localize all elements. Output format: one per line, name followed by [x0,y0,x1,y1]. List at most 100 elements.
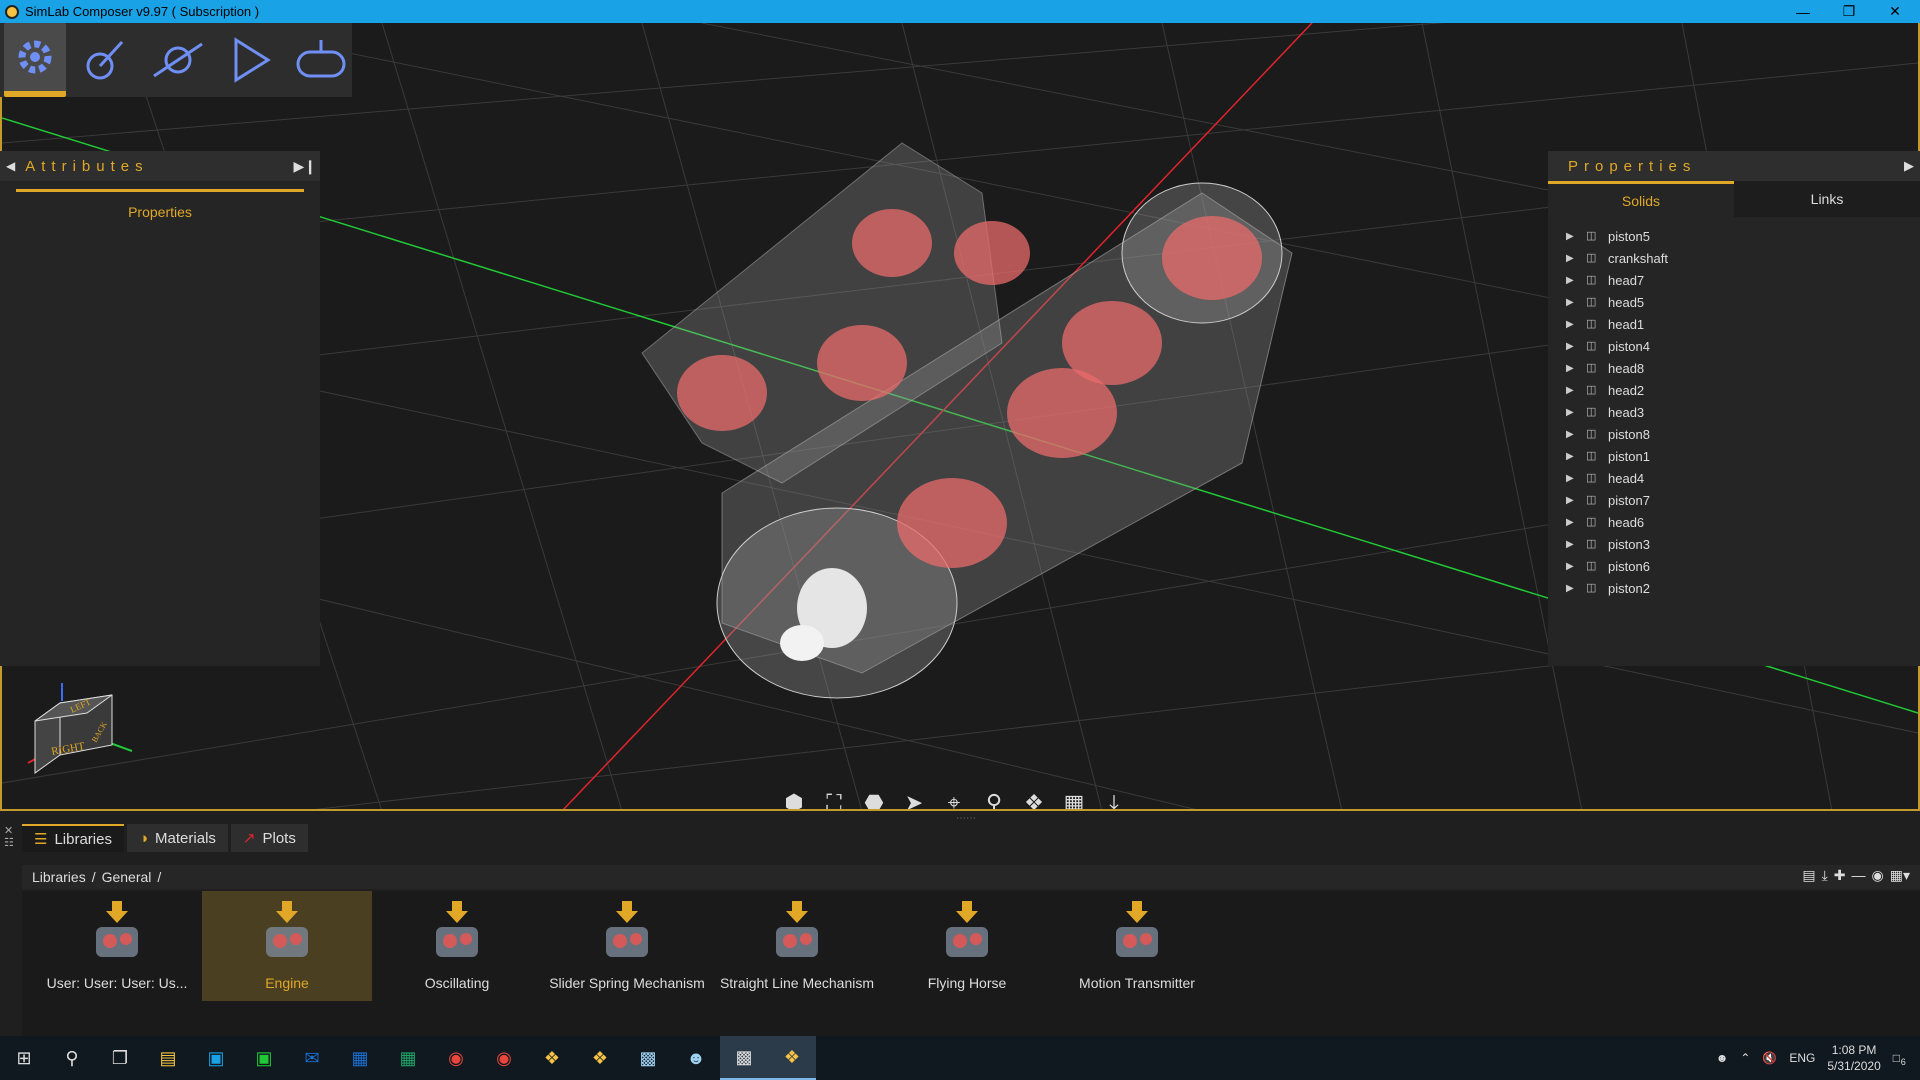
download-library-icon[interactable]: ⤓ [1822,867,1828,884]
expand-arrow-icon[interactable]: ▶ [1566,253,1582,264]
tree-item[interactable]: ▶ ◫ head1 [1566,313,1920,335]
expand-arrow-icon[interactable]: ▶ [1566,561,1582,572]
grid-view-icon[interactable]: ▦▾ [1890,867,1910,884]
engine-model[interactable] [641,142,1293,699]
editor-app-icon[interactable]: ▩ [720,1036,768,1080]
tree-item[interactable]: ▶ ◫ head6 [1566,511,1920,533]
library-item[interactable]: User: User: User: Us... [32,891,202,1001]
expand-arrow-icon[interactable]: ▶ [1566,539,1582,550]
mechanism-mode-button[interactable] [147,29,209,91]
windows-start-icon[interactable]: ⊞ [0,1036,48,1080]
shading-icon[interactable]: ⬣ [856,785,892,809]
tree-item[interactable]: ▶ ◫ piston2 [1566,577,1920,599]
search-icon[interactable]: ⚲ [48,1036,96,1080]
tree-item[interactable]: ▶ ◫ head5 [1566,291,1920,313]
tree-item[interactable]: ▶ ◫ piston4 [1566,335,1920,357]
library-item[interactable]: Straight Line Mechanism [712,891,882,1001]
collapse-left-icon[interactable]: ◀ [6,159,15,173]
tab-materials[interactable]: ◑ Materials [126,824,228,852]
people-icon[interactable]: ☻ [1716,1051,1729,1065]
breadcrumb-general[interactable]: General [102,869,152,885]
file-explorer-icon[interactable]: ▤ [144,1036,192,1080]
settings-mode-button[interactable] [4,23,66,97]
attributes-properties-tab[interactable]: Properties [16,189,304,220]
expand-arrow-icon[interactable]: ▶ [1566,429,1582,440]
tree-item[interactable]: ▶ ◫ head2 [1566,379,1920,401]
user-app-icon[interactable]: ☻ [672,1036,720,1080]
tree-item[interactable]: ▶ ◫ head3 [1566,401,1920,423]
tree-item[interactable]: ▶ ◫ piston8 [1566,423,1920,445]
sort-icon[interactable]: ▤ [1802,867,1815,884]
store-icon[interactable]: ▦ [336,1036,384,1080]
screen-app-icon[interactable]: ▣ [192,1036,240,1080]
view-cube-icon[interactable]: ⬢ [776,785,812,809]
tree-item[interactable]: ▶ ◫ piston5 [1566,225,1920,247]
calendar-app-icon[interactable]: ◉ [480,1036,528,1080]
expand-arrow-icon[interactable]: ▶ [1566,319,1582,330]
splitter-handle[interactable]: ⋯⋯ [956,813,976,824]
library-item[interactable]: Oscillating [372,891,542,1001]
dock-handle-icon[interactable]: ✕ ☷ [4,825,14,849]
collapse-right-icon[interactable]: ▶ [1904,158,1914,174]
expand-arrow-icon[interactable]: ▶ [1566,297,1582,308]
tree-item[interactable]: ▶ ◫ piston1 [1566,445,1920,467]
simlab-composer-active-icon[interactable]: ❖ [768,1036,816,1080]
fit-view-icon[interactable]: ⛶ [816,785,852,809]
tree-item[interactable]: ▶ ◫ head4 [1566,467,1920,489]
expand-arrow-icon[interactable]: ▶ [1566,473,1582,484]
excel-icon[interactable]: ▦ [384,1036,432,1080]
expand-arrow-icon[interactable]: ▶ [1566,363,1582,374]
expand-arrow-icon[interactable]: ▶ [1566,495,1582,506]
layers-icon[interactable]: ❖ [1016,785,1052,809]
tab-plots[interactable]: ↗ Plots [230,824,308,852]
expand-right-icon[interactable]: ▶❙ [294,158,317,175]
expand-arrow-icon[interactable]: ▶ [1566,385,1582,396]
expand-arrow-icon[interactable]: ▶ [1566,451,1582,462]
tree-item[interactable]: ▶ ◫ head8 [1566,357,1920,379]
camera-icon[interactable]: ◉ [1872,867,1884,884]
chevron-up-icon[interactable]: ⌃ [1740,1051,1750,1065]
notes-app-icon[interactable]: ▩ [624,1036,672,1080]
tab-libraries[interactable]: ☰ Libraries [22,824,124,852]
add-icon[interactable]: ✚ [1834,867,1846,884]
tree-item[interactable]: ▶ ◫ piston7 [1566,489,1920,511]
expand-arrow-icon[interactable]: ▶ [1566,231,1582,242]
tab-links[interactable]: Links [1734,181,1920,217]
minimize-button[interactable]: — [1780,0,1826,23]
simulate-mode-button[interactable] [219,29,281,91]
tree-item[interactable]: ▶ ◫ piston3 [1566,533,1920,555]
select-arrow-icon[interactable]: ➤ [896,785,932,809]
view-cube[interactable]: RIGHT LEFT BACK [20,673,140,783]
tree-item[interactable]: ▶ ◫ head7 [1566,269,1920,291]
simlab-icon[interactable]: ❖ [528,1036,576,1080]
remove-icon[interactable]: — [1852,867,1866,884]
speaker-muted-icon[interactable]: 🔇 [1762,1051,1777,1065]
expand-arrow-icon[interactable]: ▶ [1566,275,1582,286]
simlab-icon-2[interactable]: ❖ [576,1036,624,1080]
zoom-fit-icon[interactable]: ⌖ [936,785,972,809]
zoom-icon[interactable]: ⚲ [976,785,1012,809]
library-item[interactable]: Flying Horse [882,891,1052,1001]
expand-arrow-icon[interactable]: ▶ [1566,517,1582,528]
language-indicator[interactable]: ENG [1789,1051,1815,1065]
expand-arrow-icon[interactable]: ▶ [1566,341,1582,352]
expand-arrow-icon[interactable]: ▶ [1566,407,1582,418]
expand-arrow-icon[interactable]: ▶ [1566,583,1582,594]
task-view-icon[interactable]: ❐ [96,1036,144,1080]
camtasia-icon[interactable]: ▣ [240,1036,288,1080]
outlook-icon[interactable]: ✉ [288,1036,336,1080]
download-icon[interactable]: ⤓ [1096,785,1132,809]
breadcrumb-libraries[interactable]: Libraries [32,869,86,885]
chrome-icon[interactable]: ◉ [432,1036,480,1080]
library-item[interactable]: Slider Spring Mechanism [542,891,712,1001]
tree-item[interactable]: ▶ ◫ crankshaft [1566,247,1920,269]
vr-mode-button[interactable] [290,29,352,91]
tree-item[interactable]: ▶ ◫ piston6 [1566,555,1920,577]
notifications-icon[interactable]: □ 6 [1893,1051,1906,1067]
library-item[interactable]: Motion Transmitter [1052,891,1222,1001]
library-item[interactable]: Engine [202,891,372,1001]
close-button[interactable]: ✕ [1872,0,1918,23]
grid-icon[interactable]: ▦ [1056,785,1092,809]
attach-mode-button[interactable] [76,29,138,91]
maximize-button[interactable]: ❐ [1826,0,1872,23]
